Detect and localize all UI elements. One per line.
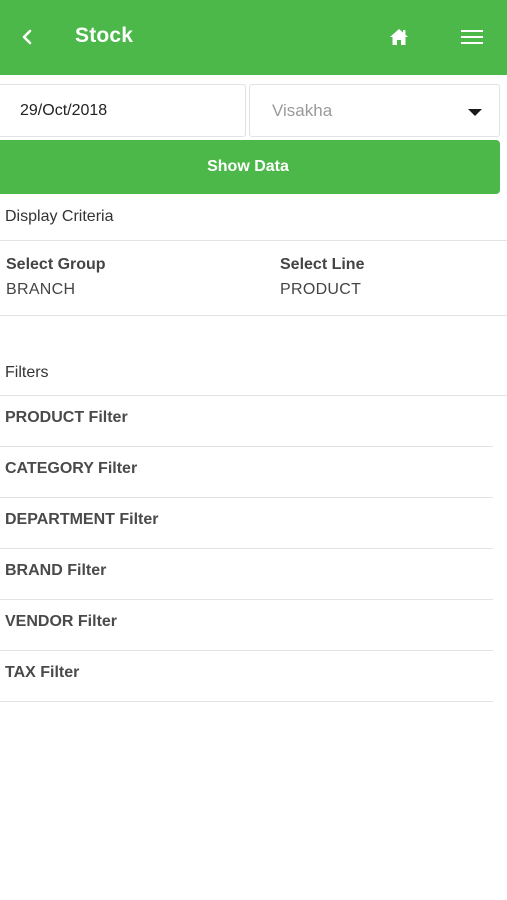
filter-label: VENDOR Filter: [5, 613, 118, 630]
filter-label: TAX Filter: [5, 664, 80, 681]
filters-title: Filters: [5, 364, 49, 381]
filter-label: BRAND Filter: [5, 562, 107, 579]
divider: [0, 240, 507, 241]
filter-item-department[interactable]: DEPARTMENT Filter: [0, 498, 493, 549]
filter-label: PRODUCT Filter: [5, 409, 128, 426]
date-field[interactable]: 29/Oct/2018: [0, 84, 246, 137]
filter-item-vendor[interactable]: VENDOR Filter: [0, 600, 493, 651]
filter-label: CATEGORY Filter: [5, 460, 138, 477]
stock-screen: Stock 29/Oct/2018 Visakha Show Data Disp…: [0, 0, 507, 900]
location-select[interactable]: Visakha: [249, 84, 500, 137]
show-data-button[interactable]: Show Data: [0, 140, 500, 194]
filter-item-category[interactable]: CATEGORY Filter: [0, 447, 493, 498]
home-icon: [390, 29, 408, 45]
filter-item-tax[interactable]: TAX Filter: [0, 651, 493, 702]
divider: [0, 315, 507, 316]
display-criteria-title: Display Criteria: [5, 208, 114, 225]
hamburger-menu-icon: [461, 30, 483, 44]
filter-item-product[interactable]: PRODUCT Filter: [0, 396, 493, 447]
back-button[interactable]: [14, 22, 40, 52]
select-line-label: Select Line: [280, 256, 365, 273]
select-group-value[interactable]: BRANCH: [6, 281, 75, 299]
select-line-value[interactable]: PRODUCT: [280, 281, 361, 299]
home-button[interactable]: [386, 24, 412, 50]
page-title: Stock: [75, 24, 134, 47]
filter-item-brand[interactable]: BRAND Filter: [0, 549, 493, 600]
app-header: Stock: [0, 0, 507, 75]
menu-button[interactable]: [459, 24, 485, 50]
select-group-label: Select Group: [6, 256, 106, 273]
filter-label: DEPARTMENT Filter: [5, 511, 159, 528]
dropdown-caret-icon: [468, 109, 482, 116]
chevron-left-icon: [22, 29, 32, 45]
location-value: Visakha: [272, 100, 333, 120]
